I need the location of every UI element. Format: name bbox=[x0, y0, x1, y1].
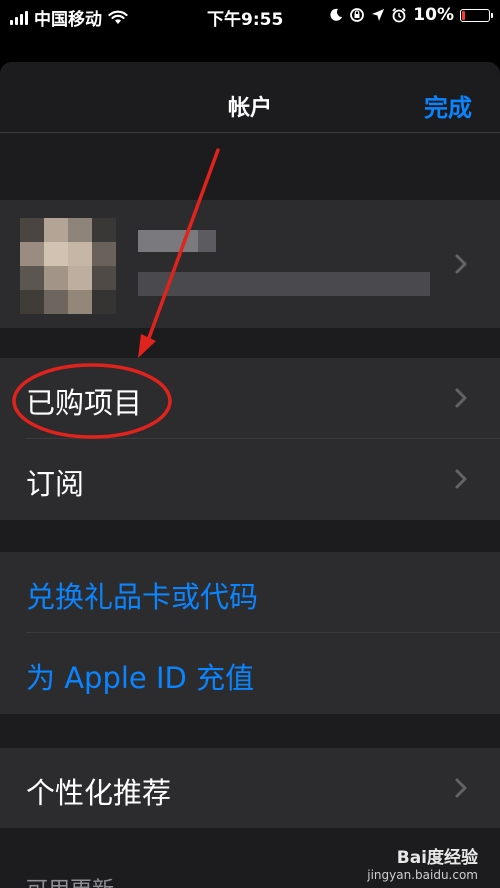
navigation-bar: 帐户 完成 bbox=[0, 62, 500, 132]
personalized-recommendations-row[interactable]: 个性化推荐 bbox=[0, 748, 500, 828]
personalized-group: 个性化推荐 bbox=[0, 748, 500, 828]
redeem-gift-card-row[interactable]: 兑换礼品卡或代码 bbox=[0, 552, 500, 632]
subscriptions-row[interactable]: 订阅 bbox=[0, 439, 500, 519]
watermark: Bai度经验 jingyan.baidu.com bbox=[367, 843, 478, 882]
orientation-lock-icon bbox=[350, 8, 365, 22]
watermark-brand: Bai度经验 bbox=[396, 848, 478, 868]
avatar bbox=[20, 218, 116, 314]
available-updates-header: 可用更新 bbox=[26, 872, 114, 888]
profile-email-redacted bbox=[138, 272, 430, 296]
profile-row[interactable] bbox=[0, 200, 500, 328]
add-funds-row[interactable]: 为 Apple ID 充值 bbox=[0, 633, 500, 713]
watermark-url: jingyan.baidu.com bbox=[367, 868, 478, 882]
wifi-icon bbox=[108, 10, 128, 24]
gift-card-group: 兑换礼品卡或代码 为 Apple ID 充值 bbox=[0, 552, 500, 714]
purchases-group: 已购项目 订阅 bbox=[0, 358, 500, 520]
profile-group bbox=[0, 200, 500, 328]
purchased-label: 已购项目 bbox=[26, 386, 143, 420]
nav-divider bbox=[0, 132, 500, 133]
cellular-signal-icon bbox=[10, 10, 28, 25]
add-funds-link: 为 Apple ID 充值 bbox=[26, 661, 255, 695]
moon-icon bbox=[330, 8, 343, 21]
carrier-label: 中国移动 bbox=[34, 10, 102, 30]
chevron-right-icon bbox=[455, 469, 467, 489]
location-icon bbox=[372, 9, 385, 21]
purchased-row[interactable]: 已购项目 bbox=[0, 358, 500, 438]
chevron-right-icon bbox=[455, 778, 467, 798]
redeem-gift-card-link: 兑换礼品卡或代码 bbox=[26, 580, 259, 614]
done-button[interactable]: 完成 bbox=[424, 88, 472, 123]
profile-name-redacted-tail bbox=[198, 230, 216, 252]
status-bar: 中国移动 下午9:55 10% bbox=[0, 0, 500, 34]
profile-name-redacted bbox=[138, 230, 198, 252]
clock: 下午9:55 bbox=[207, 10, 284, 30]
battery-percentage: 10% bbox=[413, 5, 454, 25]
chevron-right-icon bbox=[455, 254, 467, 274]
account-sheet: 帐户 完成 已购项目 订阅 兑换礼品卡或代码 为 Apple ID 充值 个性化… bbox=[0, 62, 500, 888]
personalized-recommendations-label: 个性化推荐 bbox=[26, 776, 172, 810]
subscriptions-label: 订阅 bbox=[26, 467, 85, 501]
alarm-icon bbox=[392, 7, 406, 23]
battery-icon bbox=[460, 8, 493, 22]
chevron-right-icon bbox=[455, 388, 467, 408]
